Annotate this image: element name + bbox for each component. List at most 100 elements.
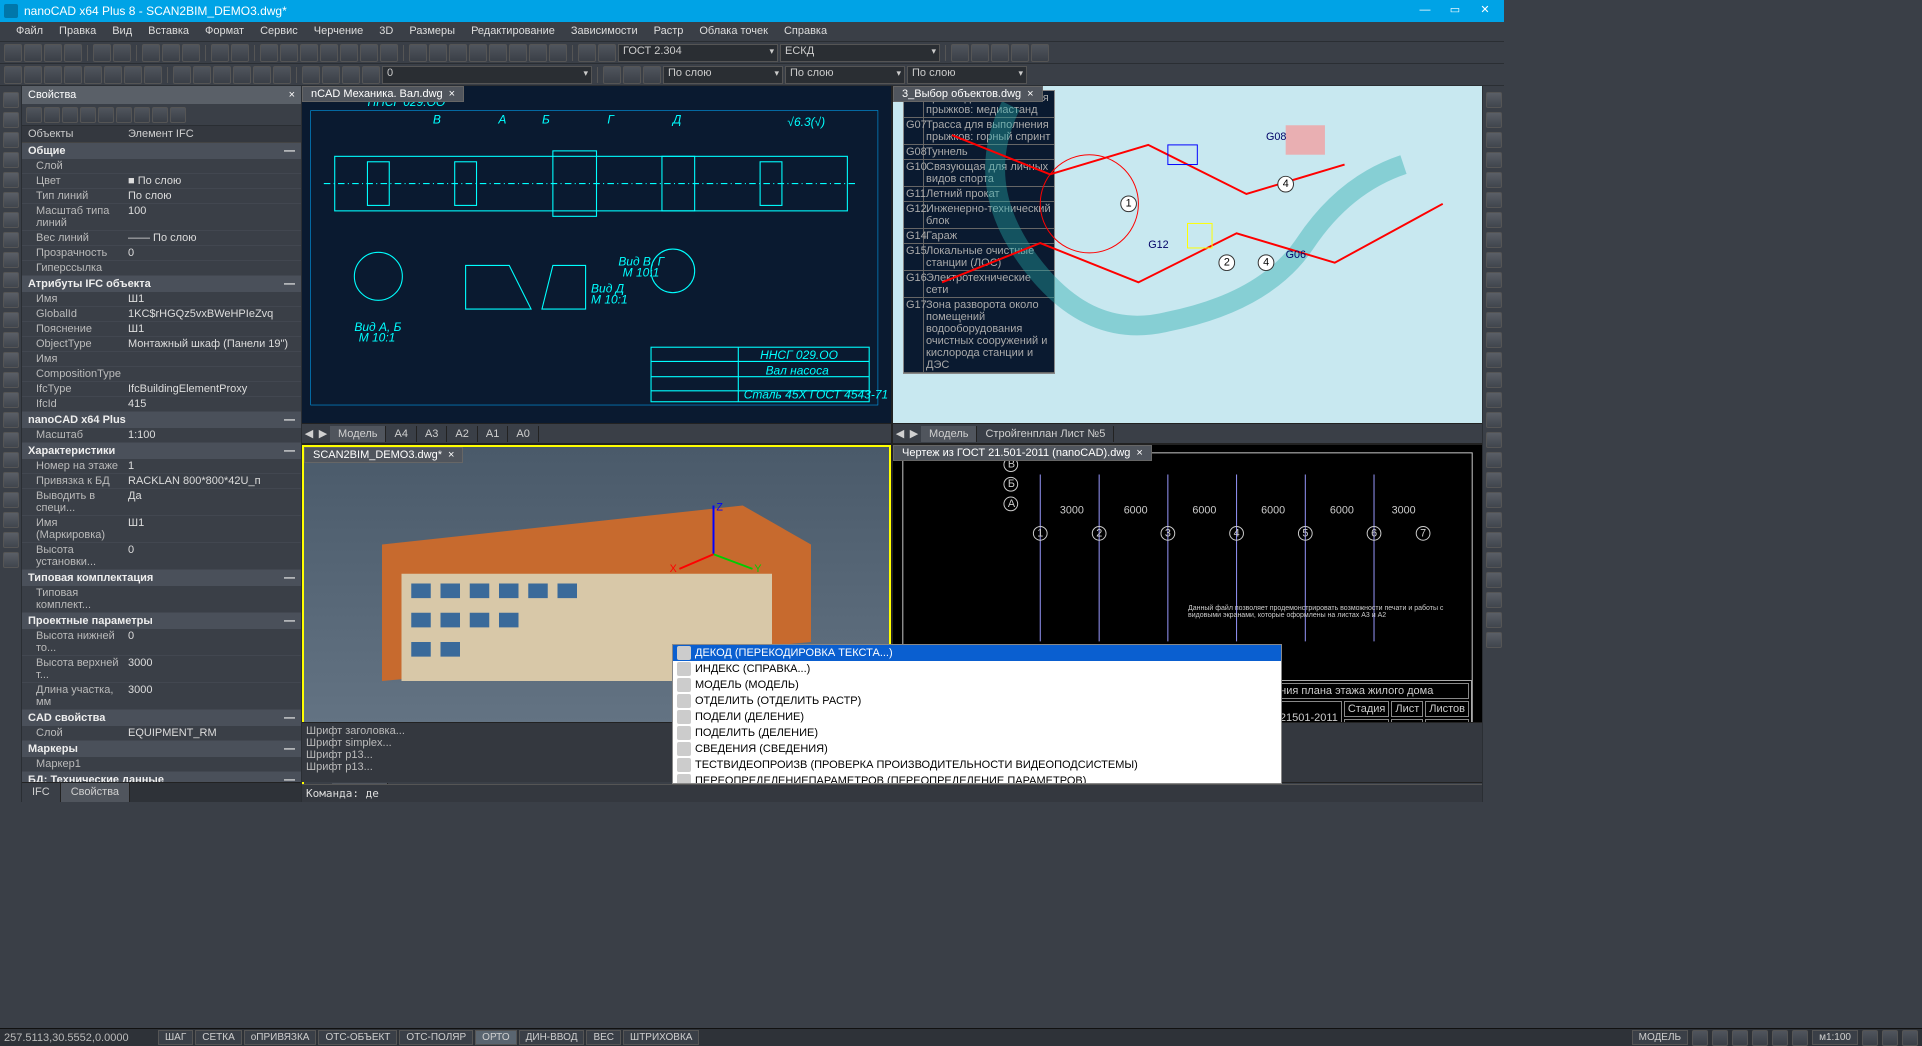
tool-icon[interactable] bbox=[1486, 252, 1502, 268]
tool-icon[interactable] bbox=[1486, 352, 1502, 368]
property-category[interactable]: CAD свойства— bbox=[22, 710, 301, 726]
status-toggle-ВЕС[interactable]: ВЕС bbox=[586, 1030, 621, 1045]
property-row[interactable]: Имя (Маркировка)Ш1 bbox=[22, 516, 301, 543]
autocomplete-item[interactable]: ПОДЕЛИ (ДЕЛЕНИЕ) bbox=[673, 709, 1281, 725]
tb-icon[interactable] bbox=[360, 44, 378, 62]
preview-icon[interactable] bbox=[113, 44, 131, 62]
tool-icon[interactable] bbox=[1486, 112, 1502, 128]
tb-icon[interactable] bbox=[260, 44, 278, 62]
layer-combo[interactable]: 0 bbox=[382, 66, 592, 84]
tool-icon[interactable] bbox=[3, 232, 19, 248]
tool-icon[interactable] bbox=[1486, 552, 1502, 568]
property-row[interactable]: Длина участка, мм3000 bbox=[22, 683, 301, 710]
autocomplete-item[interactable]: ДЕКОД (ПЕРЕКОДИРОВКА ТЕКСТА...) bbox=[673, 645, 1281, 661]
tool-icon[interactable] bbox=[1486, 512, 1502, 528]
tool-icon[interactable] bbox=[3, 292, 19, 308]
tool-icon[interactable] bbox=[1486, 292, 1502, 308]
property-row[interactable]: Масштаб типа линий100 bbox=[22, 204, 301, 231]
property-row[interactable]: Имя bbox=[22, 352, 301, 367]
tb-icon[interactable] bbox=[380, 44, 398, 62]
menu-Вид[interactable]: Вид bbox=[104, 22, 140, 41]
property-row[interactable]: Номер на этаже1 bbox=[22, 459, 301, 474]
tool-icon[interactable] bbox=[1486, 372, 1502, 388]
close-icon[interactable]: × bbox=[1136, 447, 1142, 459]
tool-icon[interactable] bbox=[3, 392, 19, 408]
tb-icon[interactable] bbox=[144, 66, 162, 84]
tab-prev-icon[interactable]: ◀ bbox=[302, 427, 316, 440]
standard-combo[interactable]: ЕСКД bbox=[780, 44, 940, 62]
property-row[interactable]: CompositionType bbox=[22, 367, 301, 382]
tool-icon[interactable] bbox=[1486, 572, 1502, 588]
tool-icon[interactable] bbox=[3, 92, 19, 108]
tool-icon[interactable] bbox=[1486, 412, 1502, 428]
tb-icon[interactable] bbox=[233, 66, 251, 84]
tb-icon[interactable] bbox=[362, 66, 380, 84]
property-row[interactable]: GlobalId1KC$rHGQz5vxBWeHPIeZvq bbox=[22, 307, 301, 322]
prop-tb-icon[interactable] bbox=[98, 107, 114, 123]
tb-icon[interactable] bbox=[578, 44, 596, 62]
property-row[interactable]: ИмяШ1 bbox=[22, 292, 301, 307]
property-row[interactable]: Слой bbox=[22, 159, 301, 174]
tool-icon[interactable] bbox=[3, 452, 19, 468]
print-icon[interactable] bbox=[93, 44, 111, 62]
tool-icon[interactable] bbox=[3, 512, 19, 528]
tool-icon[interactable] bbox=[3, 272, 19, 288]
tab-properties[interactable]: Свойства bbox=[61, 783, 130, 802]
tool-icon[interactable] bbox=[1486, 432, 1502, 448]
property-row[interactable]: Выводить в специ...Да bbox=[22, 489, 301, 516]
autocomplete-item[interactable]: МОДЕЛЬ (МОДЕЛЬ) bbox=[673, 677, 1281, 693]
tb-icon[interactable] bbox=[598, 44, 616, 62]
status-toggle-ОРТО[interactable]: ОРТО bbox=[475, 1030, 516, 1045]
autocomplete-item[interactable]: ПЕРЕОПРЕДЕЛЕНИЕПАРАМЕТРОВ (ПЕРЕОПРЕДЕЛЕН… bbox=[673, 773, 1281, 784]
tb-icon[interactable] bbox=[409, 44, 427, 62]
space-toggle[interactable]: МОДЕЛЬ bbox=[1632, 1030, 1688, 1045]
tool-icon[interactable] bbox=[3, 332, 19, 348]
property-row[interactable]: IfcTypeIfcBuildingElementProxy bbox=[22, 382, 301, 397]
prop-tb-icon[interactable] bbox=[62, 107, 78, 123]
property-row[interactable]: СлойEQUIPMENT_RM bbox=[22, 726, 301, 741]
menu-Формат[interactable]: Формат bbox=[197, 22, 252, 41]
prop-tb-icon[interactable] bbox=[116, 107, 132, 123]
tool-icon[interactable] bbox=[3, 112, 19, 128]
new-icon[interactable] bbox=[4, 44, 22, 62]
tool-icon[interactable] bbox=[1486, 612, 1502, 628]
saveall-icon[interactable] bbox=[64, 44, 82, 62]
tool-icon[interactable] bbox=[3, 252, 19, 268]
property-row[interactable]: ObjectTypeМонтажный шкаф (Панели 19") bbox=[22, 337, 301, 352]
tb-icon[interactable] bbox=[84, 66, 102, 84]
status-icon[interactable] bbox=[1712, 1030, 1728, 1046]
menu-Сервис[interactable]: Сервис bbox=[252, 22, 306, 41]
viewport-1[interactable]: nCAD Механика. Вал.dwg× ННСГ 029.ОО В А … bbox=[302, 86, 891, 443]
tb-icon[interactable] bbox=[469, 44, 487, 62]
tool-icon[interactable] bbox=[3, 172, 19, 188]
tool-icon[interactable] bbox=[1486, 272, 1502, 288]
property-row[interactable]: Привязка к БДRACKLAN 800*800*42U_п bbox=[22, 474, 301, 489]
status-icon[interactable] bbox=[1732, 1030, 1748, 1046]
minimize-button[interactable]: — bbox=[1410, 1, 1440, 21]
tb-icon[interactable] bbox=[320, 44, 338, 62]
tool-icon[interactable] bbox=[3, 152, 19, 168]
status-toggle-СЕТКА[interactable]: СЕТКА bbox=[195, 1030, 242, 1045]
prop-tb-icon[interactable] bbox=[170, 107, 186, 123]
close-icon[interactable]: × bbox=[1027, 88, 1033, 100]
status-toggle-оПРИВЯЗКА[interactable]: оПРИВЯЗКА bbox=[244, 1030, 317, 1045]
autocomplete-item[interactable]: ОТДЕЛИТЬ (ОТДЕЛИТЬ РАСТР) bbox=[673, 693, 1281, 709]
tb-icon[interactable] bbox=[253, 66, 271, 84]
layout-tab[interactable]: A4 bbox=[386, 426, 416, 442]
property-category[interactable]: БД: Технические данные— bbox=[22, 772, 301, 782]
tb-icon[interactable] bbox=[549, 44, 567, 62]
tool-icon[interactable] bbox=[1486, 212, 1502, 228]
layout-tab[interactable]: Модель bbox=[921, 426, 977, 442]
status-toggle-ДИН-ВВОД[interactable]: ДИН-ВВОД bbox=[519, 1030, 585, 1045]
viewport-3-tab[interactable]: SCAN2BIM_DEMO3.dwg*× bbox=[304, 447, 463, 463]
status-icon[interactable] bbox=[1902, 1030, 1918, 1046]
menu-3D[interactable]: 3D bbox=[371, 22, 401, 41]
status-toggle-ШАГ[interactable]: ШАГ bbox=[158, 1030, 193, 1045]
menu-Зависимости[interactable]: Зависимости bbox=[563, 22, 646, 41]
tool-icon[interactable] bbox=[1486, 492, 1502, 508]
property-row[interactable]: Высота установки...0 bbox=[22, 543, 301, 570]
tool-icon[interactable] bbox=[3, 492, 19, 508]
autocomplete-item[interactable]: ПОДЕЛИТЬ (ДЕЛЕНИЕ) bbox=[673, 725, 1281, 741]
prop-tb-icon[interactable] bbox=[80, 107, 96, 123]
tb-icon[interactable] bbox=[951, 44, 969, 62]
